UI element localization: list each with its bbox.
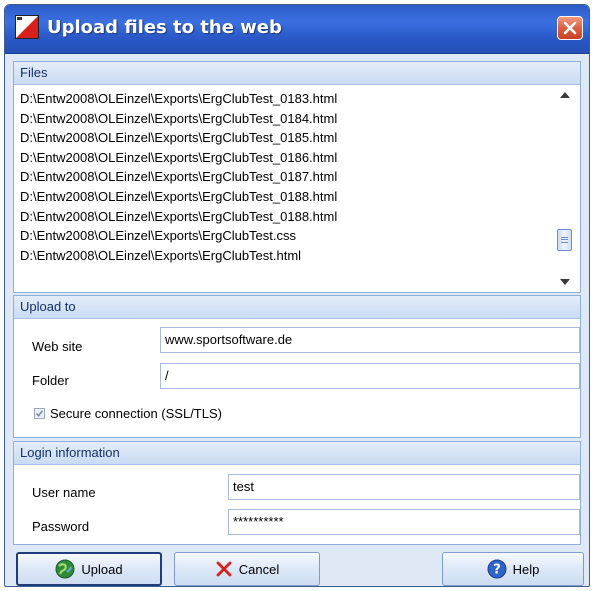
website-input[interactable]: www.sportsoftware.de [160,327,580,353]
help-button[interactable]: ? Help [442,552,584,586]
username-input[interactable]: test [228,474,580,500]
upload-to-group: Upload to Web site www.sportsoftware.de … [13,295,581,438]
arrow-down-icon [560,279,570,285]
secure-connection-checkbox[interactable] [34,408,45,419]
secure-connection-option[interactable]: Secure connection (SSL/TLS) [34,406,222,421]
upload-button[interactable]: Upload [16,552,162,586]
files-header: Files [14,62,580,85]
help-icon: ? [487,559,507,579]
file-list-item[interactable]: D:\Entw2008\OLEinzel\Exports\ErgClubTest… [20,167,550,187]
folder-label: Folder [32,373,69,388]
close-icon [563,21,577,35]
scroll-up-button[interactable] [558,89,572,101]
checkmark-icon [35,410,44,418]
login-group: Login information User name test Passwor… [13,441,581,545]
title-bar[interactable]: Upload files to the web [5,5,589,54]
arrow-up-icon [560,92,570,98]
website-label: Web site [32,339,83,354]
files-group: Files D:\Entw2008\OLEinzel\Exports\ErgCl… [13,61,581,293]
file-list-item[interactable]: D:\Entw2008\OLEinzel\Exports\ErgClubTest… [20,207,550,227]
scroll-down-button[interactable] [558,276,572,288]
username-label: User name [32,485,96,500]
password-input[interactable]: ********** [228,509,580,535]
window-title: Upload files to the web [47,17,282,38]
upload-dialog: Upload files to the web Files D:\Entw200… [4,4,590,587]
file-list-item[interactable]: D:\Entw2008\OLEinzel\Exports\ErgClubTest… [20,109,550,129]
file-list-item[interactable]: D:\Entw2008\OLEinzel\Exports\ErgClubTest… [20,128,550,148]
scroll-thumb[interactable] [557,229,572,251]
file-list-item[interactable]: D:\Entw2008\OLEinzel\Exports\ErgClubTest… [20,226,550,246]
file-list-item[interactable]: D:\Entw2008\OLEinzel\Exports\ErgClubTest… [20,89,550,109]
cancel-x-icon [216,561,232,577]
login-header: Login information [14,442,580,465]
file-list[interactable]: D:\Entw2008\OLEinzel\Exports\ErgClubTest… [20,89,550,290]
svg-text:?: ? [493,563,501,578]
upload-to-header: Upload to [14,296,580,319]
cancel-button[interactable]: Cancel [174,552,320,586]
secure-connection-label: Secure connection (SSL/TLS) [50,406,222,421]
file-list-item[interactable]: D:\Entw2008\OLEinzel\Exports\ErgClubTest… [20,187,550,207]
help-button-label: Help [512,561,540,577]
close-button[interactable] [557,16,583,40]
app-icon [15,15,39,39]
cancel-button-label: Cancel [238,561,280,577]
folder-input[interactable]: / [160,363,580,389]
file-list-item[interactable]: D:\Entw2008\OLEinzel\Exports\ErgClubTest… [20,246,550,266]
file-list-scrollbar[interactable] [556,87,574,290]
password-label: Password [32,519,90,534]
upload-button-label: Upload [81,561,123,577]
file-list-item[interactable]: D:\Entw2008\OLEinzel\Exports\ErgClubTest… [20,148,550,168]
globe-icon [55,559,75,579]
